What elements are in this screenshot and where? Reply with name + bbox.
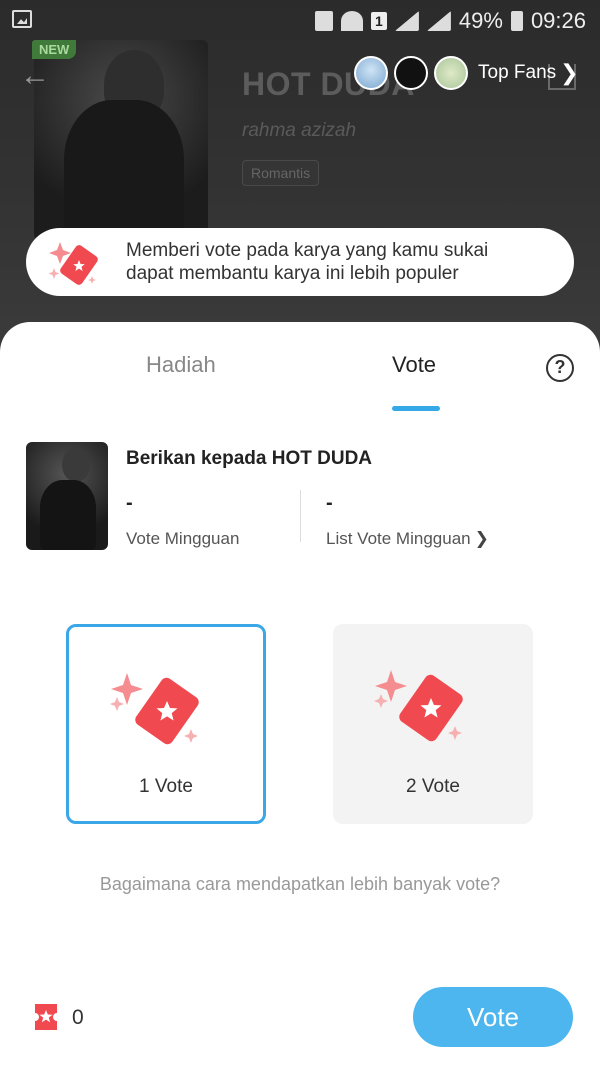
weekly-vote-list-link[interactable]: - List Vote Mingguan ❯	[326, 492, 489, 549]
active-tab-indicator	[392, 406, 440, 411]
status-bar: 1 49% 09:26	[0, 0, 600, 40]
divider	[300, 490, 301, 542]
battery-percent: 49%	[458, 8, 503, 33]
top-fans-label: Top Fans	[478, 62, 557, 83]
chevron-right-icon: ❯	[474, 529, 489, 548]
new-badge: NEW	[32, 40, 77, 59]
clock: 09:26	[530, 8, 586, 33]
vote-option-2[interactable]: 2 Vote	[333, 624, 533, 824]
vote-option-label: 2 Vote	[406, 776, 460, 797]
weekly-list-value: -	[326, 492, 333, 514]
weekly-vote-value: -	[126, 492, 133, 514]
signal-icon-2	[426, 11, 451, 31]
vote-option-1[interactable]: 1 Vote	[66, 624, 266, 824]
vote-bottom-sheet: Hadiah Vote ? Berikan kepada HOT DUDA - …	[0, 322, 600, 1067]
novel-cover-image	[34, 40, 208, 240]
tab-bar: Hadiah Vote ?	[0, 322, 600, 412]
fan-avatar	[354, 56, 388, 90]
vote-ticket-balance-icon	[35, 1004, 57, 1030]
how-to-get-more-votes-link[interactable]: Bagaimana cara mendapatkan lebih banyak …	[0, 874, 600, 895]
weekly-list-label: List Vote Mingguan	[326, 529, 471, 548]
gallery-notification-icon	[12, 10, 32, 28]
vote-button[interactable]: Vote	[413, 987, 573, 1047]
signal-icon	[394, 11, 419, 31]
banner-line-2: dapat membantu karya ini lebih populer	[126, 263, 459, 284]
vote-ticket-icon	[374, 670, 463, 742]
tab-vote[interactable]: Vote	[392, 352, 436, 378]
book-cover-thumbnail	[26, 442, 108, 550]
chevron-right-icon: ❯	[560, 60, 579, 85]
weekly-vote-stat: - Vote Mingguan	[126, 492, 239, 549]
banner-line-1: Memberi vote pada karya yang kamu sukai	[126, 240, 489, 261]
weekly-vote-label: Vote Mingguan	[126, 529, 240, 548]
sim-badge: 1	[370, 12, 387, 30]
help-icon[interactable]: ?	[546, 354, 574, 382]
back-arrow-icon[interactable]: ←	[20, 58, 56, 94]
novel-author: rahma azizah	[242, 120, 357, 141]
tab-hadiah[interactable]: Hadiah	[146, 352, 216, 378]
give-to-title: Berikan kepada HOT DUDA	[126, 448, 373, 469]
fan-avatar	[434, 56, 468, 90]
vote-info-banner: Memberi vote pada karya yang kamu sukai …	[26, 228, 574, 296]
data-saver-icon	[314, 11, 333, 31]
genre-tag: Romantis	[242, 160, 320, 186]
wifi-icon	[340, 11, 363, 31]
battery-icon	[510, 11, 523, 31]
fan-avatar	[394, 56, 428, 90]
vote-balance-count: 0	[72, 1006, 84, 1029]
top-fans-link[interactable]: Top Fans ❯	[354, 56, 579, 90]
book-summary: Berikan kepada HOT DUDA - Vote Mingguan …	[26, 442, 574, 552]
vote-ticket-icon	[48, 242, 98, 285]
vote-option-label: 1 Vote	[139, 776, 193, 797]
vote-ticket-icon	[110, 673, 199, 745]
